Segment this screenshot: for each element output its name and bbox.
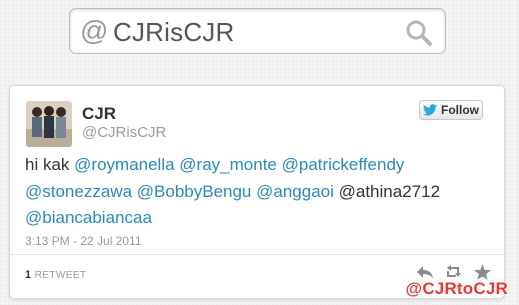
mention-link[interactable]: @stonezzawa [25,182,132,201]
mention-link[interactable]: @roymanella [74,155,174,174]
magnifier-icon[interactable] [405,19,433,47]
search-query[interactable]: CJRisCJR [113,18,234,46]
retweet-number: 1 [25,269,32,281]
mention-link[interactable]: @anggaoi [256,182,334,201]
tweet-card: CJR @CJRisCJR Follow hi kak @roymanella … [9,85,505,299]
retweet-icon[interactable] [444,264,464,280]
plain-mention: @athina2712 [338,181,441,201]
retweet-label: RETWEET [34,270,87,281]
search-box[interactable]: @ CJRisCJR [69,8,446,54]
tweet-prefix: hi kak [25,155,70,174]
mention-link[interactable]: @patrickeffendy [282,155,405,174]
divider [10,254,504,255]
reply-icon[interactable] [416,264,434,280]
mention-link[interactable]: @BobbyBengu [137,182,252,201]
mention-link[interactable]: @biancabiancaa [25,208,152,227]
tweet-timestamp[interactable]: 3:13 PM - 22 Jul 2011 [25,234,142,248]
follow-button[interactable]: Follow [419,100,483,120]
user-handle[interactable]: @CJRisCJR [82,124,166,141]
search-at-symbol: @ [80,15,109,46]
follow-label: Follow [441,103,479,117]
favorite-icon[interactable] [474,264,491,280]
tweet-actions [416,264,491,280]
display-name[interactable]: CJR [82,104,116,124]
twitter-bird-icon [423,104,437,116]
avatar[interactable] [26,101,72,147]
tweet-text: hi kak @roymanella @ray_monte @patrickef… [25,152,495,232]
watermark: @CJRtoCJR [405,279,508,298]
mention-link[interactable]: @ray_monte [179,155,277,174]
retweet-count[interactable]: 1 RETWEET [25,269,86,281]
